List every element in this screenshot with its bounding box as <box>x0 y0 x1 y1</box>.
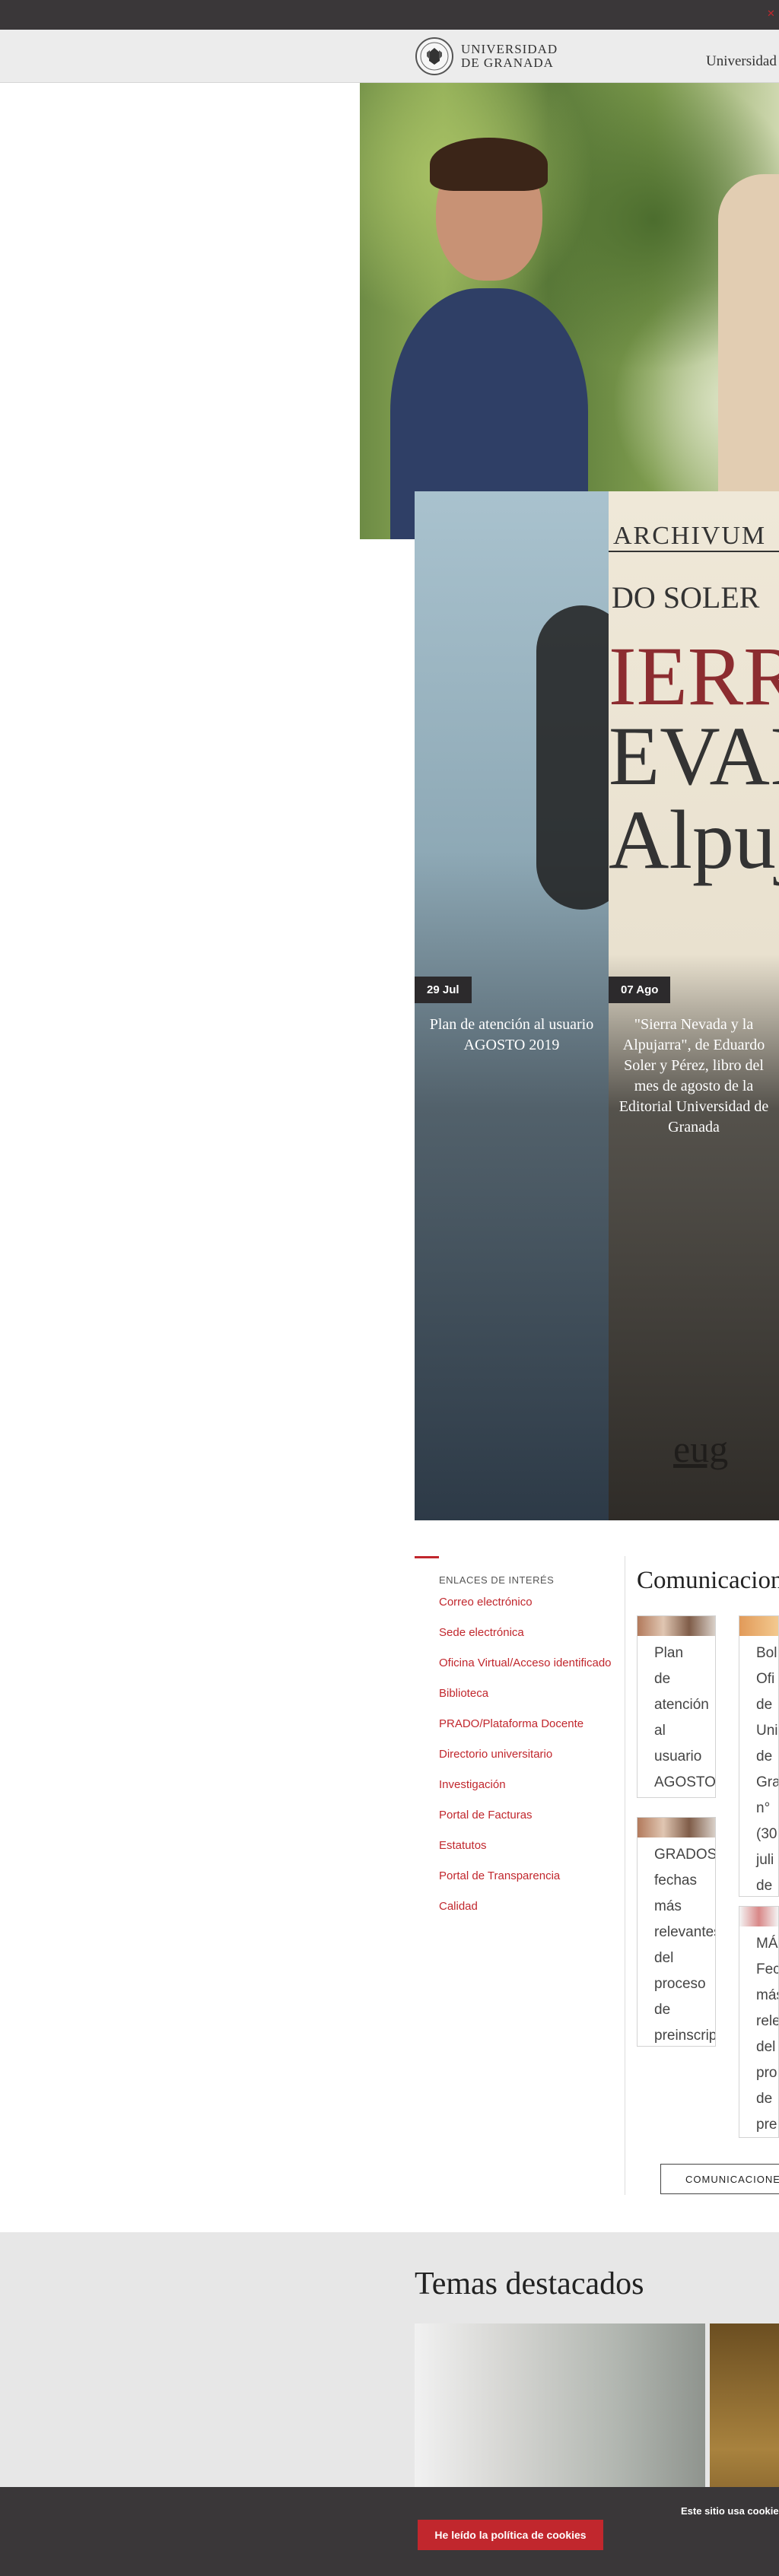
communications-button[interactable]: COMUNICACIONE <box>660 2164 779 2194</box>
top-bar: ✕ <box>0 0 779 30</box>
hero-second-student <box>718 174 779 539</box>
logo-line-1: UNIVERSIDAD <box>461 42 558 56</box>
news-date: 07 Ago <box>609 977 671 1003</box>
link-calidad[interactable]: Calidad <box>439 1899 622 1930</box>
news-title[interactable]: "Sierra Nevada y la Alpujarra", de Eduar… <box>616 1015 771 1138</box>
link-oficina-virtual[interactable]: Oficina Virtual/Acceso identificado <box>439 1656 622 1686</box>
card-thumbnail <box>739 1907 778 1926</box>
cookie-accept-button[interactable]: He leído la política de cookies <box>418 2520 603 2550</box>
hero-student <box>390 138 588 539</box>
card-thumbnail <box>739 1616 778 1636</box>
link-investigacion[interactable]: Investigación <box>439 1777 622 1808</box>
university-seal-icon <box>415 37 453 75</box>
close-icon[interactable]: ✕ <box>767 8 776 18</box>
communications-title: Comunicacion <box>637 1567 779 1594</box>
logo-line-2: DE GRANADA <box>461 56 554 70</box>
news-card[interactable]: ARCHIVUM DO SOLER IERR EVAI Alpuj eug 07… <box>609 491 779 1520</box>
card-text: PlandeatenciónalusuarioAGOSTO2019 <box>654 1645 716 1790</box>
publisher-mark: eug <box>673 1428 729 1470</box>
communication-card[interactable]: PlandeatenciónalusuarioAGOSTO2019 <box>637 1615 716 1798</box>
communication-card[interactable]: GRADOS: fechas más relevantes del proceso de pr… <box>637 1817 716 2047</box>
university-logo[interactable]: UNIVERSIDAD DE GRANADA <box>415 37 558 76</box>
card-text: MÁFecmásreledelprodepre <box>756 1936 779 2133</box>
logo-wordmark: UNIVERSIDAD DE GRANADA <box>461 43 558 70</box>
news-date: 29 Jul <box>415 977 472 1003</box>
link-transparencia[interactable]: Portal de Transparencia <box>439 1869 622 1899</box>
card-thumbnail <box>638 1616 715 1636</box>
site-header: UNIVERSIDAD DE GRANADA Universidad <box>0 30 779 83</box>
card-text: BolOfideUnideGran°(30julide201 <box>756 1645 779 1894</box>
communication-card[interactable]: MÁFecmásreledelprodepre <box>739 1906 779 2138</box>
card-text: GRADOS: fechas más relevantes del proceso de pr… <box>654 1847 716 2044</box>
link-directorio[interactable]: Directorio universitario <box>439 1747 622 1777</box>
book-cover: ARCHIVUM DO SOLER IERR EVAI Alpuj <box>609 522 779 886</box>
links-of-interest: ENLACES DE INTERÉS Correo electrónico Se… <box>439 1574 622 1930</box>
featured-title: Temas destacados <box>415 2266 644 2301</box>
link-facturas[interactable]: Portal de Facturas <box>439 1808 622 1838</box>
news-card[interactable]: 29 Jul Plan de atención al usuario AGOST… <box>415 491 609 1520</box>
link-correo[interactable]: Correo electrónico <box>439 1595 622 1625</box>
link-estatutos[interactable]: Estatutos <box>439 1838 622 1869</box>
link-prado[interactable]: PRADO/Plataforma Docente <box>439 1717 622 1747</box>
news-carousel: 29 Jul Plan de atención al usuario AGOST… <box>415 491 779 1520</box>
nav-universidad[interactable]: Universidad <box>706 53 777 70</box>
link-sede[interactable]: Sede electrónica <box>439 1625 622 1656</box>
news-title[interactable]: Plan de atención al usuario AGOSTO 2019 <box>422 1015 601 1056</box>
communication-card[interactable]: BolOfideUnideGran°(30julide201 <box>739 1615 779 1897</box>
links-heading: ENLACES DE INTERÉS <box>439 1574 555 1586</box>
card-thumbnail <box>638 1818 715 1838</box>
link-biblioteca[interactable]: Biblioteca <box>439 1686 622 1717</box>
cookie-banner: Este sitio usa cookies He leído la polít… <box>0 2487 779 2576</box>
hero-image <box>360 83 779 539</box>
section-accent-line <box>415 1556 439 1558</box>
cookie-message: Este sitio usa cookies <box>681 2505 779 2517</box>
